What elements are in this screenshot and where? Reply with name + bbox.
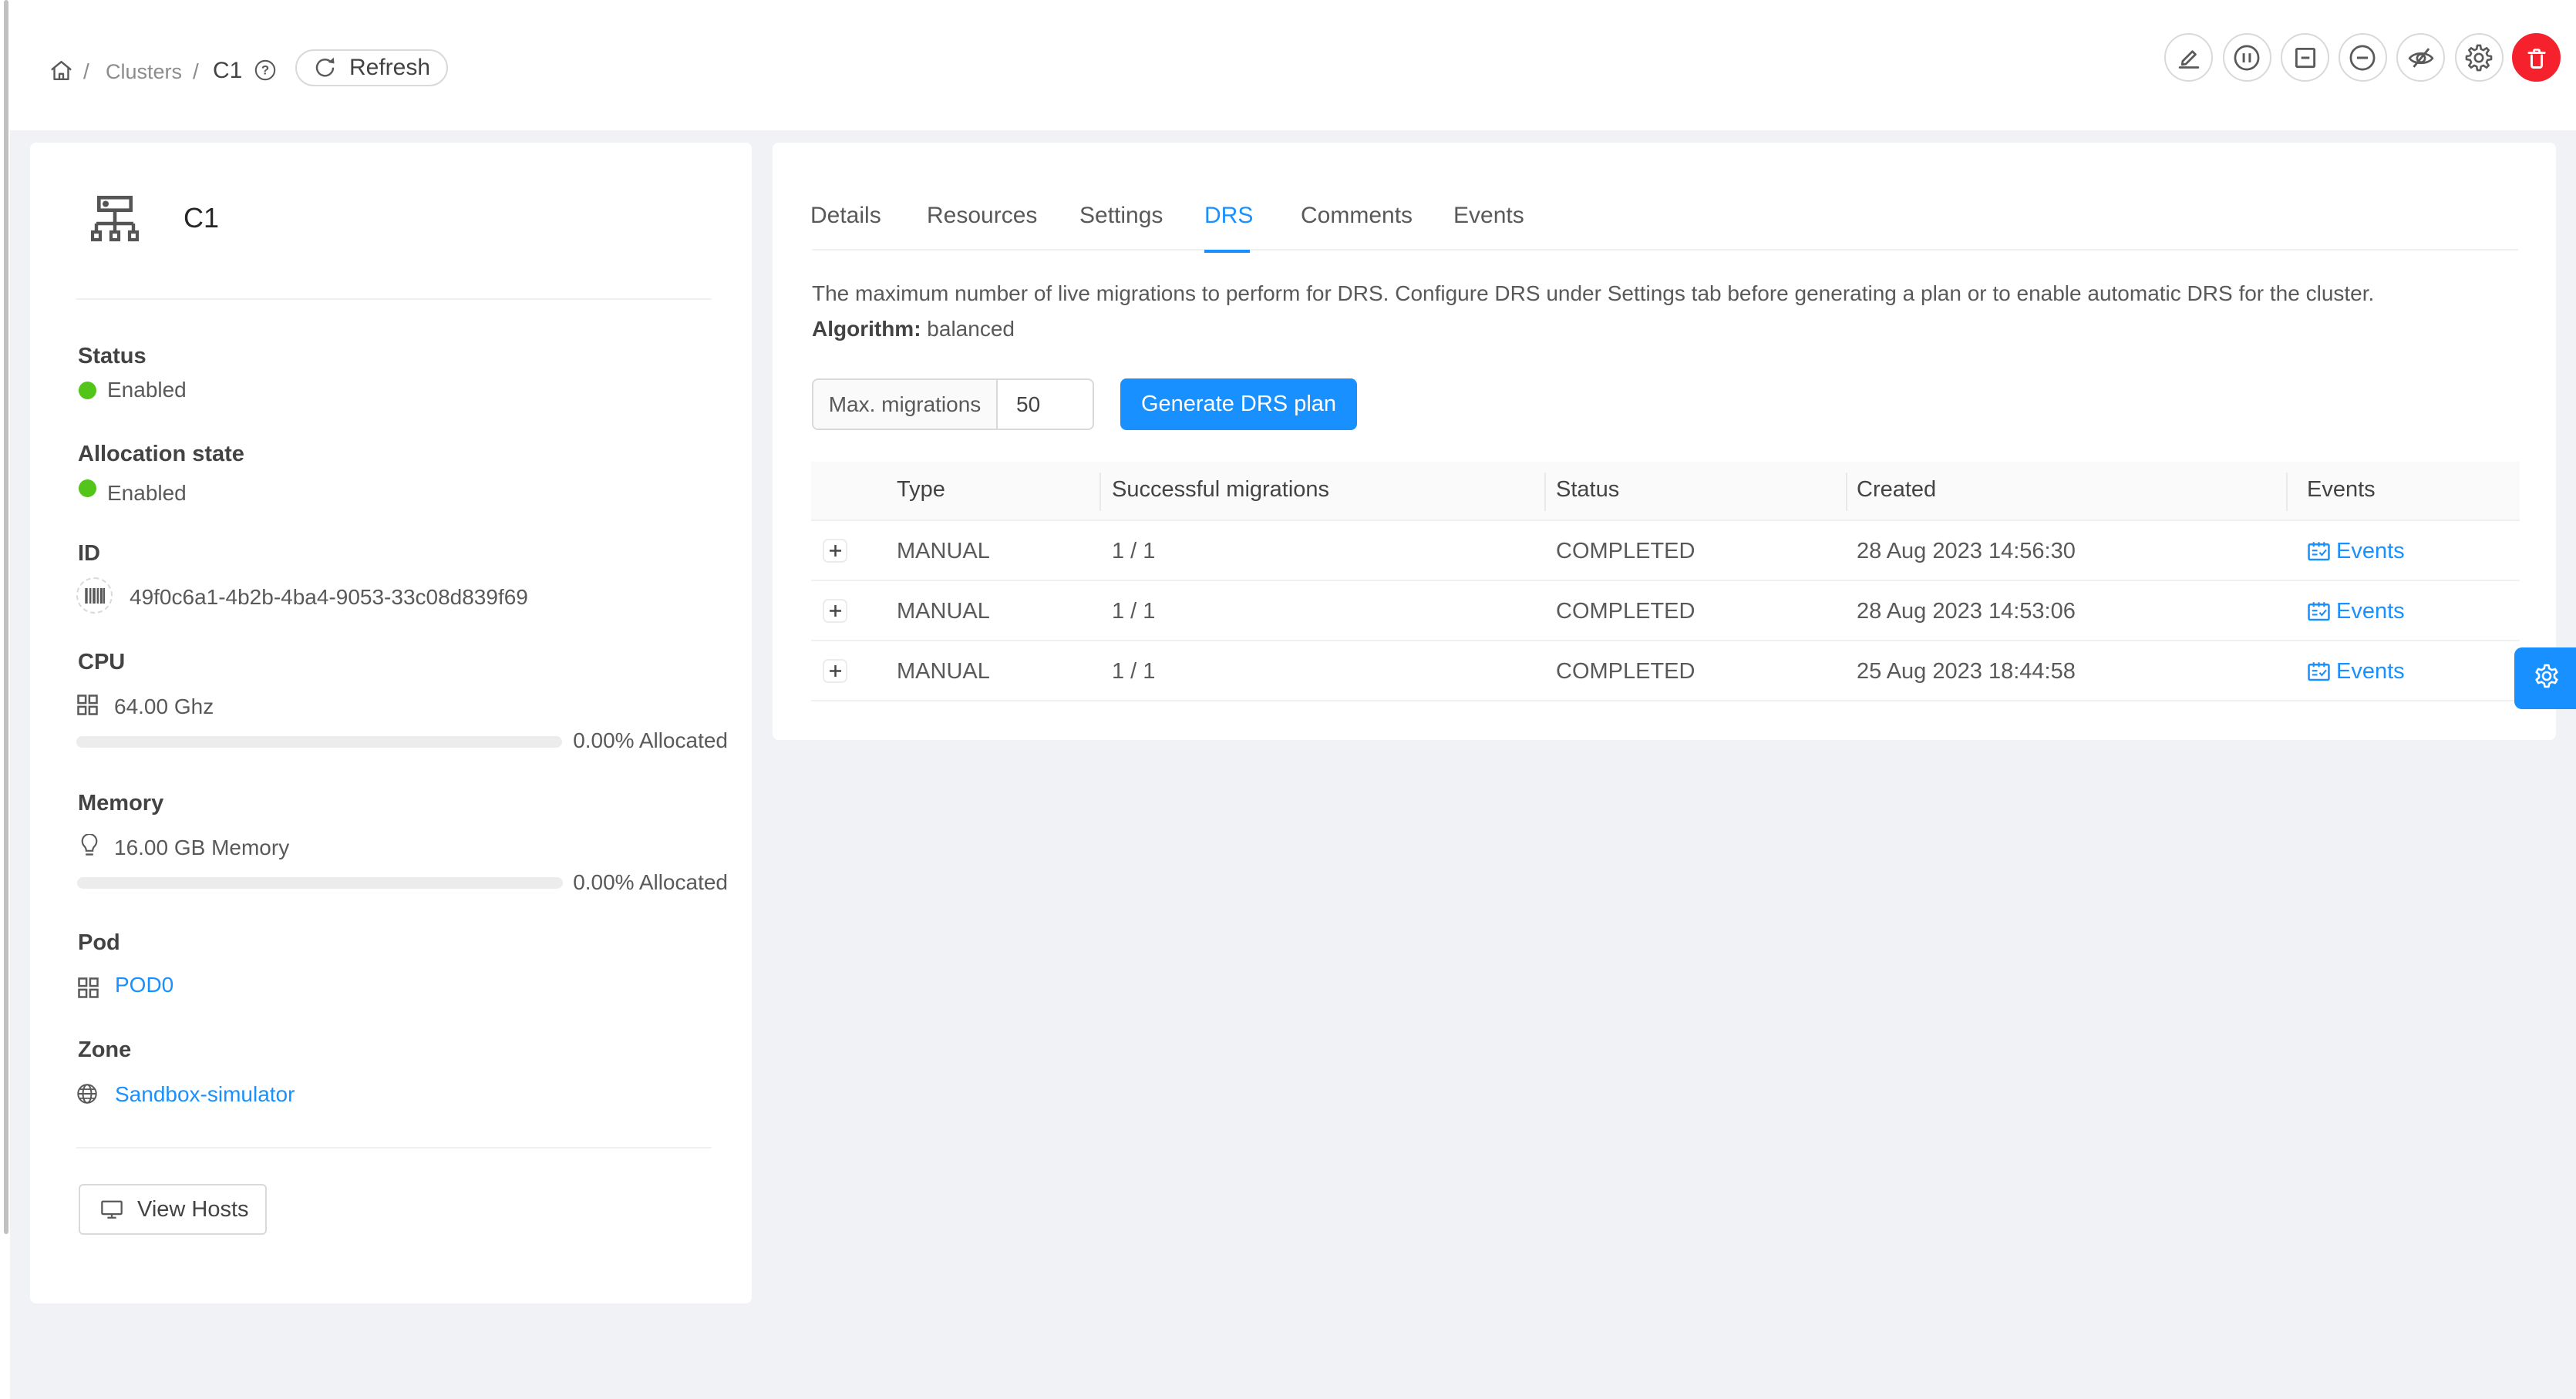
svg-text:?: ?: [261, 63, 269, 78]
